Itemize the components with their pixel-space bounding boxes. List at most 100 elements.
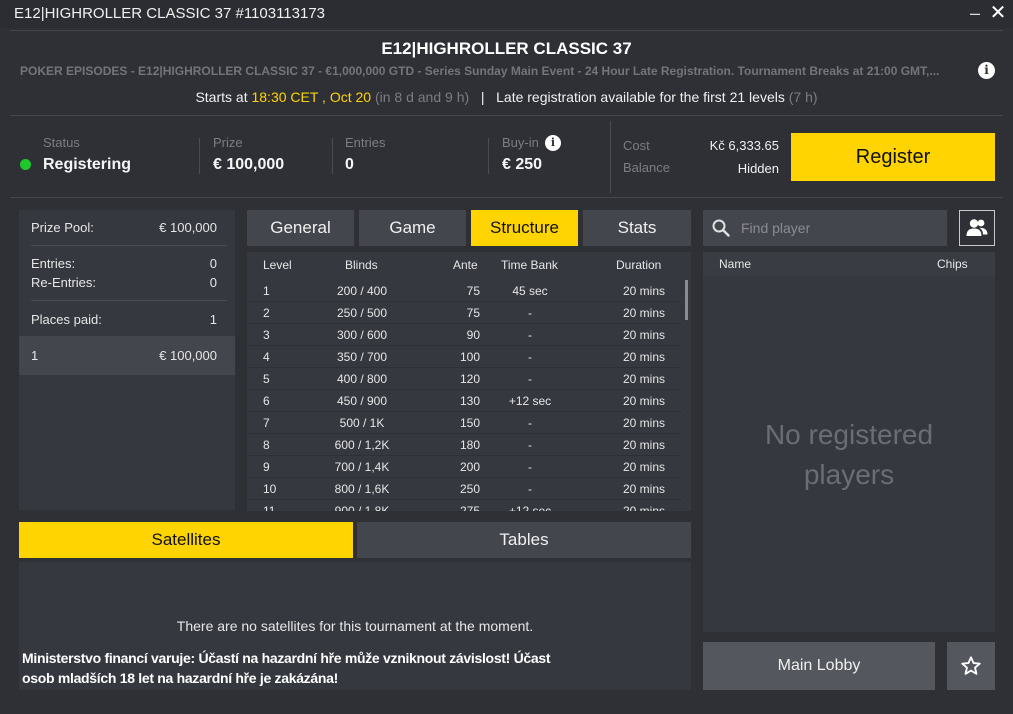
tournament-title: E12|HIGHROLLER CLASSIC 37 [381, 39, 632, 58]
ante-cell: 180 [459, 438, 480, 452]
divider [10, 115, 1003, 116]
duration-cell: 20 mins [622, 394, 665, 408]
players-button[interactable] [959, 210, 995, 246]
entries-label: Entries [345, 135, 386, 150]
status-dot [20, 159, 31, 170]
level-cell: 2 [263, 306, 270, 320]
table-row[interactable]: 10 800 / 1,6K 250 - 20 mins [247, 478, 681, 500]
prize-pool-label: Prize Pool: [31, 220, 94, 235]
payout-row[interactable]: 1 € 100,000 [19, 336, 235, 375]
register-button[interactable]: Register [791, 133, 995, 181]
level-cell: 4 [263, 350, 270, 364]
blinds-cell: 500 / 1K [339, 416, 385, 430]
time-bank-cell: - [528, 416, 532, 430]
tab-general[interactable]: General [247, 210, 354, 246]
tab-game[interactable]: Game [359, 210, 466, 246]
time-bank-cell: +12 sec [508, 504, 552, 511]
table-row[interactable]: 8 600 / 1,2K 180 - 20 mins [247, 434, 681, 456]
divider [332, 138, 333, 174]
payout-place: 1 [31, 348, 39, 363]
reentries-value: 0 [209, 275, 217, 290]
entries-value: 0 [345, 156, 354, 173]
table-row[interactable]: 1 200 / 400 75 45 sec 20 mins [247, 280, 681, 302]
ante-cell: 100 [459, 350, 480, 364]
duration-cell: 20 mins [622, 328, 665, 342]
ante-cell: 250 [459, 482, 480, 496]
balance-value[interactable]: Hidden [680, 161, 779, 176]
buyin-label: Buy-in [502, 135, 539, 150]
duration-cell: 20 mins [622, 284, 665, 298]
table-row[interactable]: 6 450 / 900 130 +12 sec 20 mins [247, 390, 681, 412]
blinds-cell: 300 / 600 [336, 328, 388, 342]
column-header-chips[interactable]: Chips [937, 257, 968, 271]
tab-tables[interactable]: Tables [357, 522, 691, 558]
blinds-cell: 250 / 500 [336, 306, 388, 320]
duration-cell: 20 mins [622, 482, 665, 496]
time-bank-cell: +12 sec [508, 394, 552, 408]
minimize-button[interactable]: – [966, 2, 984, 24]
tab-stats[interactable]: Stats [583, 210, 691, 246]
blinds-cell: 700 / 1,4K [334, 460, 390, 474]
time-bank-cell: - [528, 460, 532, 474]
ante-cell: 275 [459, 504, 480, 511]
level-cell: 1 [263, 284, 270, 298]
search-input[interactable] [741, 210, 941, 246]
prize-value: € 100,000 [213, 156, 285, 173]
table-row[interactable]: 5 400 / 800 120 - 20 mins [247, 368, 681, 390]
info-icon[interactable]: i [978, 62, 995, 79]
start-relative: (in 8 d and 9 h) [374, 89, 470, 105]
blinds-cell: 450 / 900 [336, 394, 388, 408]
time-bank-cell: - [528, 328, 532, 342]
level-cell: 9 [263, 460, 270, 474]
reentries-label: Re-Entries: [31, 275, 97, 290]
cost-value: Kč 6,333.65 [709, 138, 779, 153]
tab-structure[interactable]: Structure [471, 210, 578, 246]
places-paid-label: Places paid: [31, 312, 102, 327]
tournament-description: POKER EPISODES - E12|HIGHROLLER CLASSIC … [20, 64, 940, 78]
table-row[interactable]: 11 900 / 1,8K 275 +12 sec 20 mins [247, 500, 681, 511]
favorite-button[interactable] [947, 642, 995, 690]
divider [10, 197, 1003, 198]
ante-cell: 90 [466, 328, 480, 342]
tab-satellites[interactable]: Satellites [19, 522, 353, 558]
table-row[interactable]: 3 300 / 600 90 - 20 mins [247, 324, 681, 346]
structure-table[interactable]: Level Blinds Ante Time Bank Duration 1 20… [247, 252, 691, 511]
status-value: Registering [43, 156, 132, 173]
start-time: 18:30 CET , Oct 20 [251, 89, 372, 105]
duration-cell: 20 mins [622, 438, 665, 452]
satellites-message: There are no satellites for this tournam… [176, 618, 534, 634]
duration-cell: 20 mins [622, 350, 665, 364]
ante-cell: 75 [466, 284, 480, 298]
star-icon [961, 656, 981, 675]
duration-cell: 20 mins [622, 416, 665, 430]
level-cell: 8 [263, 438, 270, 452]
duration-cell: 20 mins [622, 460, 665, 474]
level-cell: 7 [263, 416, 270, 430]
table-row[interactable]: 7 500 / 1K 150 - 20 mins [247, 412, 681, 434]
divider [31, 300, 227, 301]
ante-cell: 130 [459, 394, 480, 408]
divider [31, 245, 227, 246]
level-cell: 11 [263, 504, 276, 511]
info-icon[interactable]: i [545, 135, 561, 151]
table-row[interactable]: 2 250 / 500 75 - 20 mins [247, 302, 681, 324]
table-row[interactable]: 4 350 / 700 100 - 20 mins [247, 346, 681, 368]
main-lobby-button[interactable]: Main Lobby [703, 642, 935, 690]
time-bank-cell: - [528, 306, 532, 320]
ante-cell: 120 [459, 372, 480, 386]
table-row[interactable]: 9 700 / 1,4K 200 - 20 mins [247, 456, 681, 478]
time-bank-cell: - [528, 482, 532, 496]
places-paid-row: Places paid: 1 [31, 312, 217, 327]
blinds-cell: 200 / 400 [336, 284, 388, 298]
close-button[interactable]: ✕ [988, 1, 1008, 25]
window-title: E12|HIGHROLLER CLASSIC 37 #1103113173 [14, 5, 326, 22]
buyin-value: € 250 [502, 156, 543, 173]
users-icon [966, 219, 988, 236]
find-player-box[interactable] [703, 210, 947, 246]
column-header-time-bank: Time Bank [501, 258, 558, 272]
entries-label: Entries: [31, 256, 76, 271]
time-bank-cell: 45 sec [512, 284, 548, 298]
scrollbar[interactable] [685, 280, 688, 320]
column-header-name[interactable]: Name [719, 257, 751, 271]
column-header-ante: Ante [453, 258, 478, 272]
